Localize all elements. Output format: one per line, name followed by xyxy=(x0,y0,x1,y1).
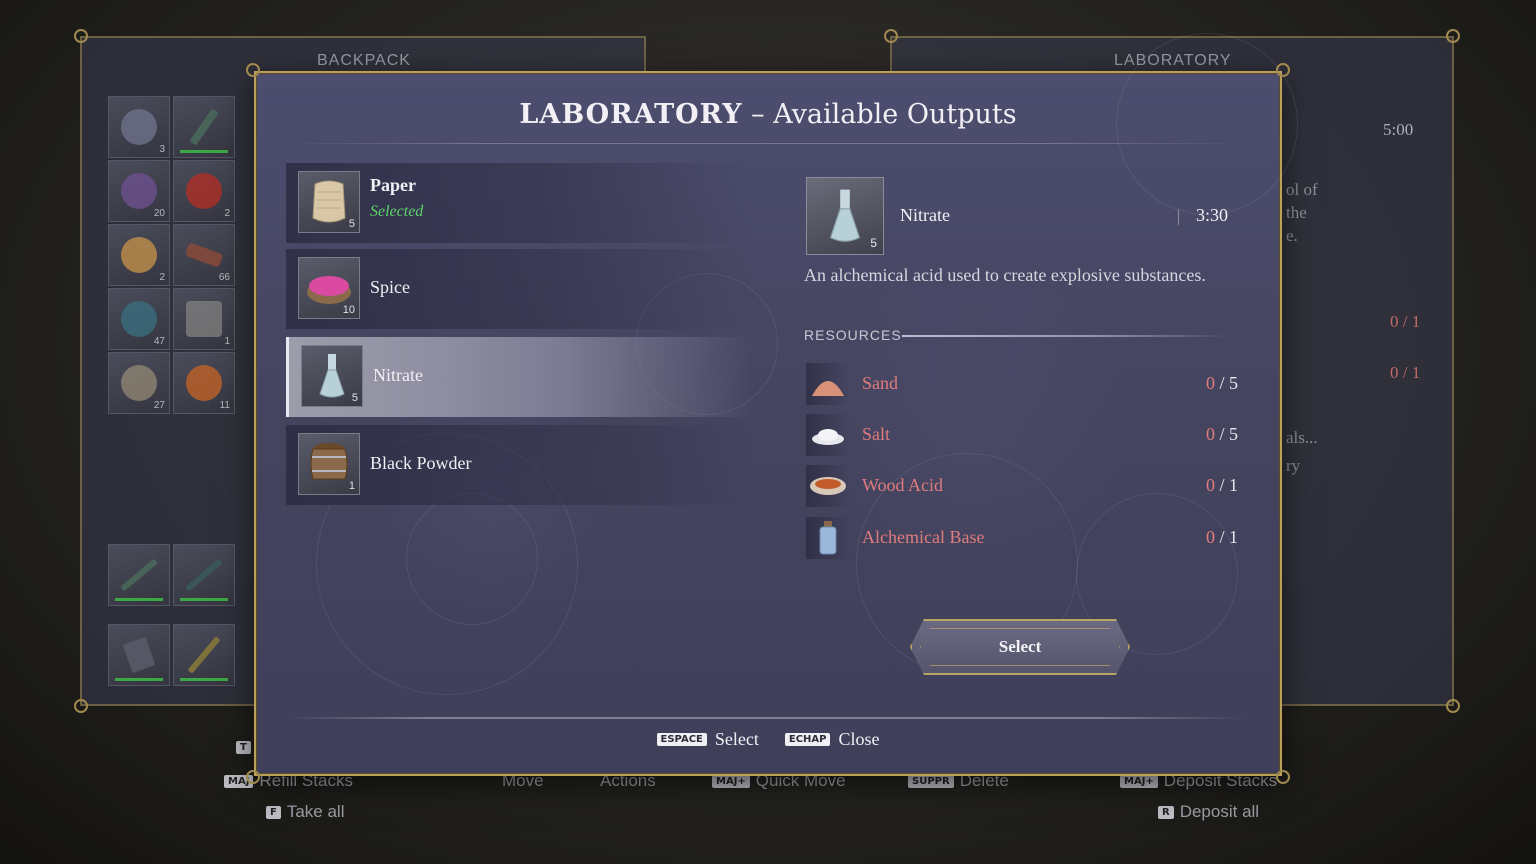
black-powder-barrel-icon: 1 xyxy=(298,433,360,495)
hint-deposit-all[interactable]: R Deposit all xyxy=(1158,802,1259,822)
frame-corner-ornament xyxy=(74,29,88,43)
pot-icon xyxy=(121,109,157,145)
backpack-slot[interactable]: 47 xyxy=(108,288,170,350)
close-key-hint[interactable]: ECHAP Close xyxy=(784,729,879,750)
backpack-slot[interactable]: 66 xyxy=(173,224,235,286)
select-button[interactable]: Select xyxy=(910,619,1130,675)
backpack-title: BACKPACK xyxy=(317,52,411,69)
alchemical-base-bottle-icon xyxy=(806,517,850,559)
berries-icon xyxy=(121,173,157,209)
backpack-slot[interactable]: 3 xyxy=(108,96,170,158)
laboratory-desc-line: e. xyxy=(1286,226,1298,245)
space-key-icon: ESPACE xyxy=(656,733,707,746)
recipe-selected-status: Selected xyxy=(370,203,424,220)
frame-corner-ornament xyxy=(884,29,898,43)
backpack-slot[interactable]: 27 xyxy=(108,352,170,414)
stone-icon xyxy=(186,301,222,337)
backpack-slot[interactable]: 11 xyxy=(173,352,235,414)
frame-corner-ornament xyxy=(246,63,260,77)
durability-bar xyxy=(115,678,163,681)
recipe-item-spice[interactable]: 10 Spice xyxy=(286,249,754,329)
frame-corner-ornament xyxy=(246,770,260,784)
resource-row-sand: Sand 0 / 5 xyxy=(806,361,1242,407)
spear-icon xyxy=(189,108,219,146)
frame-corner-ornament xyxy=(74,699,88,713)
potion-icon xyxy=(186,173,222,209)
bread-icon xyxy=(121,237,157,273)
spice-icon: 10 xyxy=(298,257,360,319)
nitrate-flask-icon: 5 xyxy=(301,345,363,407)
recipe-item-paper[interactable]: 5 Paper Selected xyxy=(286,163,754,243)
recipe-item-black-powder[interactable]: 1 Black Powder xyxy=(286,425,754,505)
equipment-slot[interactable] xyxy=(173,544,235,606)
laboratory-desc-line: the xyxy=(1286,203,1307,222)
durability-bar xyxy=(180,150,228,153)
detail-description: An alchemical acid used to create explos… xyxy=(804,265,1206,285)
footer-divider xyxy=(286,717,1244,719)
sword-icon xyxy=(120,558,158,592)
footer-key-hints: ESPACE Select ECHAP Close xyxy=(256,729,1280,750)
recipe-name: Spice xyxy=(370,277,410,297)
sand-icon xyxy=(806,363,850,405)
backpack-slot[interactable]: 2 xyxy=(173,160,235,222)
detail-item-name: Nitrate xyxy=(900,205,950,225)
equipment-slot[interactable] xyxy=(108,624,170,686)
backpack-slot[interactable]: 20 xyxy=(108,160,170,222)
recipe-name: Black Powder xyxy=(370,453,472,473)
backpack-slot[interactable]: 1 xyxy=(173,288,235,350)
laboratory-resource-count: 0 / 1 xyxy=(1390,363,1421,382)
axe-icon xyxy=(122,636,156,674)
frame-corner-ornament xyxy=(1446,699,1460,713)
escape-key-icon: ECHAP xyxy=(784,733,831,746)
equipment-slot[interactable] xyxy=(173,624,235,686)
durability-bar xyxy=(180,598,228,601)
laboratory-time: 5:00 xyxy=(1383,120,1414,139)
recipe-name: Paper xyxy=(370,175,416,195)
ore-icon xyxy=(121,301,157,337)
laboratory-resource-count: 0 / 1 xyxy=(1390,312,1421,331)
torch-icon xyxy=(187,636,221,674)
detail-separator xyxy=(1178,209,1179,225)
nitrate-flask-icon: 5 xyxy=(806,177,884,255)
resource-row-alchemical-base: Alchemical Base 0 / 1 xyxy=(806,515,1242,561)
laboratory-desc-line: ry xyxy=(1286,456,1301,475)
hint-key-t: T xyxy=(236,741,251,754)
wood-acid-bowl-icon xyxy=(806,465,850,507)
backpack-slot[interactable] xyxy=(173,96,235,158)
resource-count: 0 / 1 xyxy=(1205,527,1238,547)
title-divider xyxy=(286,143,1244,144)
resource-row-wood-acid: Wood Acid 0 / 1 xyxy=(806,463,1242,509)
equipment-slot[interactable] xyxy=(108,544,170,606)
backpack-slot[interactable]: 2 xyxy=(108,224,170,286)
laboratory-desc-line: ol of xyxy=(1286,180,1318,199)
recipe-name: Nitrate xyxy=(373,365,423,385)
hint-take-all[interactable]: F Take all xyxy=(266,802,344,822)
copper-ore-icon xyxy=(186,365,222,401)
frame-corner-ornament xyxy=(1276,770,1290,784)
laboratory-outputs-dialog: LABORATORY – Available Outputs 5 Paper S… xyxy=(246,33,1298,784)
recipe-item-nitrate[interactable]: 5 Nitrate xyxy=(286,337,754,417)
craft-time: 3:30 xyxy=(1196,205,1229,225)
durability-bar xyxy=(180,678,228,681)
frame-corner-ornament xyxy=(1276,63,1290,77)
durability-bar xyxy=(115,598,163,601)
salt-icon xyxy=(806,414,850,456)
rock-icon xyxy=(121,365,157,401)
paper-icon: 5 xyxy=(298,171,360,233)
select-key-hint[interactable]: ESPACE Select xyxy=(656,729,759,750)
resource-count: 0 / 5 xyxy=(1205,424,1238,444)
laboratory-desc-line: als... xyxy=(1286,428,1318,447)
resources-divider xyxy=(902,335,1228,337)
sticks-icon xyxy=(184,242,224,268)
resource-count: 0 / 5 xyxy=(1205,373,1238,393)
staff-icon xyxy=(185,558,223,592)
dialog-title: LABORATORY – Available Outputs xyxy=(519,99,1017,130)
frame-corner-ornament xyxy=(1446,29,1460,43)
resource-row-salt: Salt 0 / 5 xyxy=(806,412,1242,458)
resource-count: 0 / 1 xyxy=(1205,475,1238,495)
resources-header: RESOURCES xyxy=(804,327,902,343)
